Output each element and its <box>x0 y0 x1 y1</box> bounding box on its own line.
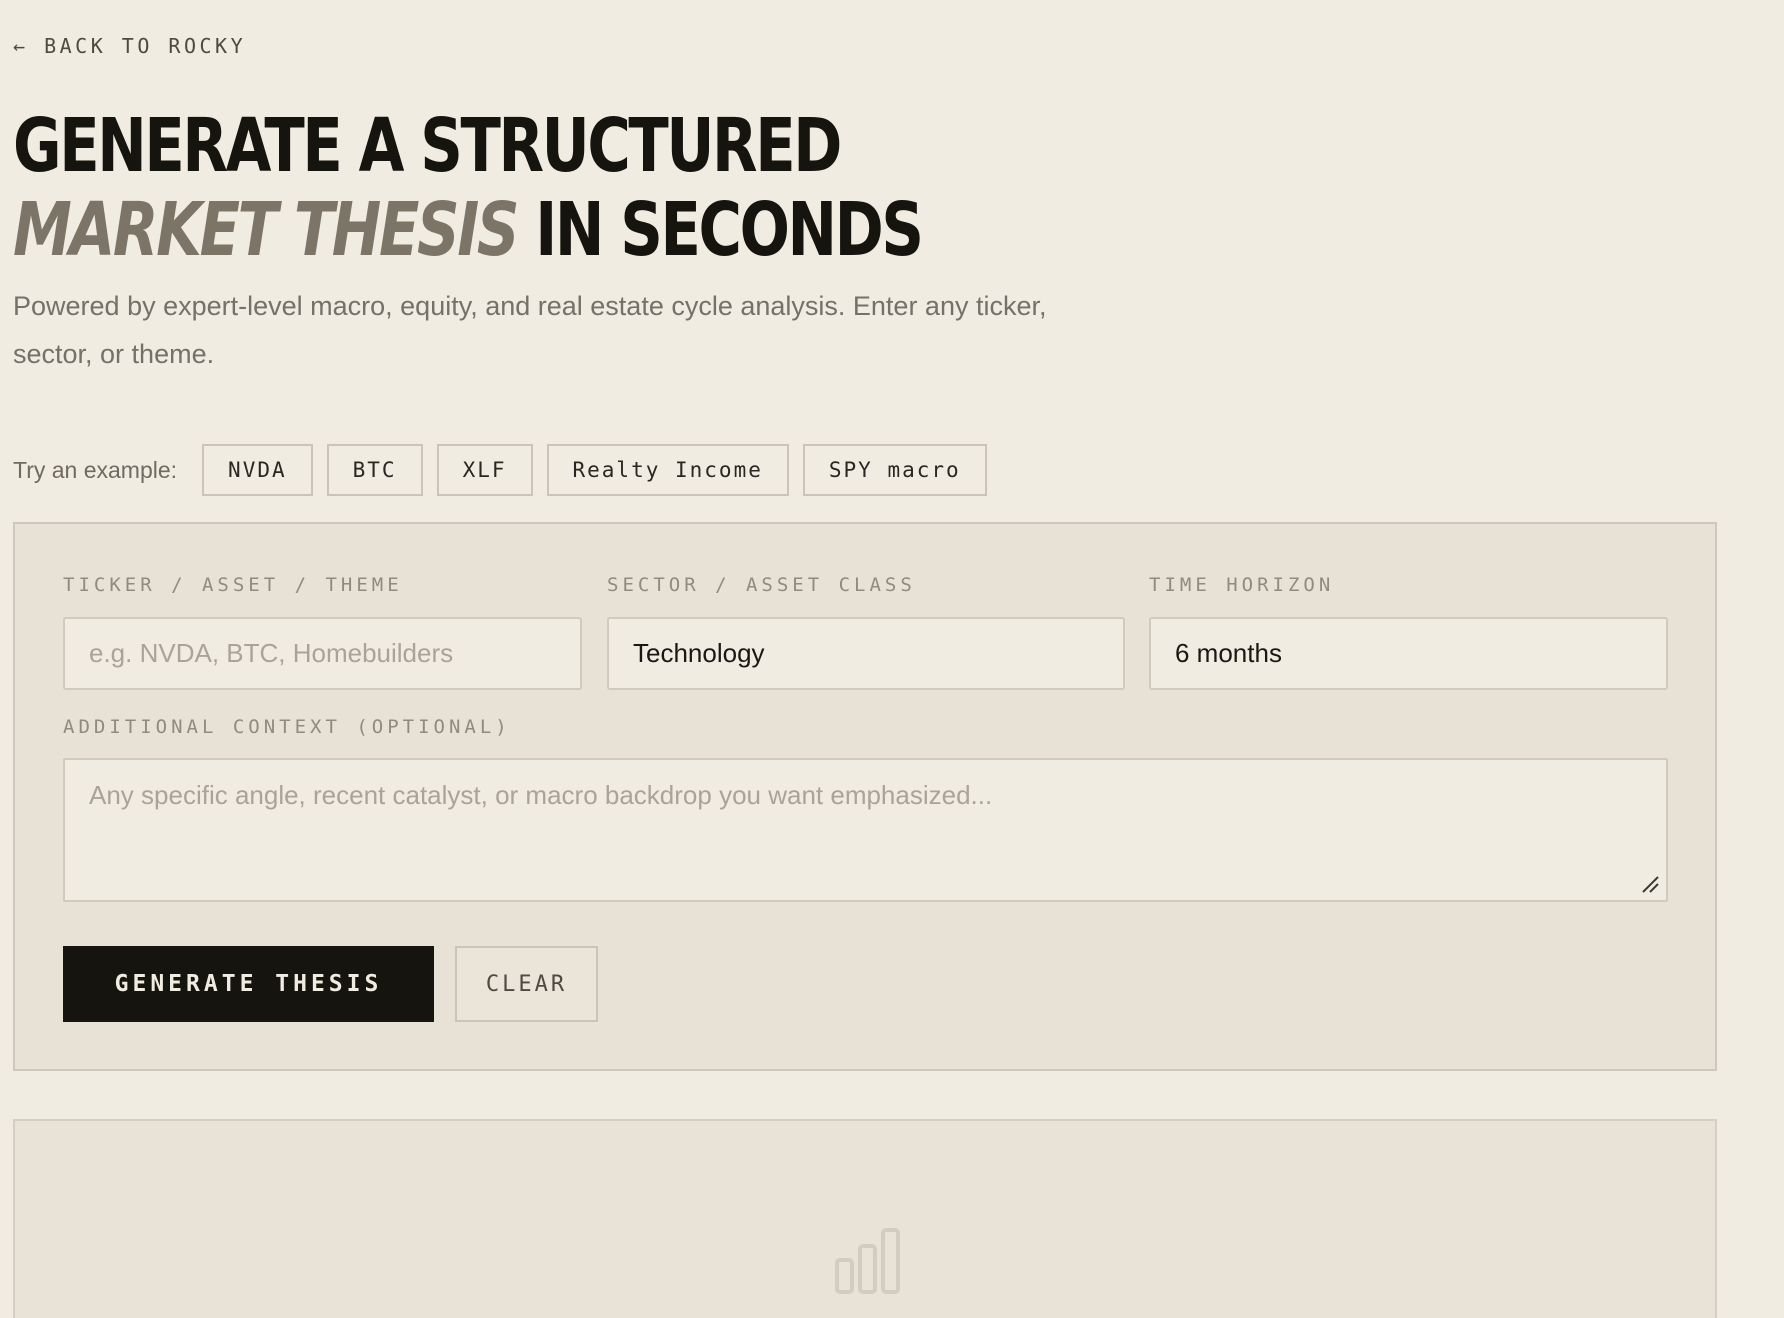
clear-button[interactable]: CLEAR <box>455 946 598 1022</box>
example-chip-btc[interactable]: BTC <box>326 444 423 496</box>
example-chip-realty-income[interactable]: Realty Income <box>546 444 789 496</box>
resize-handle-icon[interactable] <box>1640 874 1660 894</box>
thesis-form: TICKER / ASSET / THEME SECTOR / ASSET CL… <box>13 522 1717 1071</box>
context-textarea[interactable]: Any specific angle, recent catalyst, or … <box>63 758 1668 902</box>
bar-chart-icon <box>835 1228 900 1294</box>
title-accent: MARKET THESIS <box>13 187 519 273</box>
example-chip-spy-macro[interactable]: SPY macro <box>802 444 987 496</box>
sector-input[interactable]: Technology <box>607 617 1125 690</box>
sector-label: SECTOR / ASSET CLASS <box>607 574 916 596</box>
example-chip-xlf[interactable]: XLF <box>436 444 533 496</box>
examples-label: Try an example: <box>13 456 178 483</box>
page-title: GENERATE A STRUCTURED MARKET THESIS IN S… <box>13 103 924 273</box>
title-line-2: MARKET THESIS IN SECONDS <box>13 187 924 273</box>
example-chips: Try an example: NVDA BTC XLF Realty Inco… <box>13 443 1001 497</box>
back-link-label: BACK TO ROCKY <box>44 34 247 58</box>
ticker-input[interactable]: e.g. NVDA, BTC, Homebuilders <box>63 617 582 690</box>
thesis-output-panel <box>13 1119 1717 1318</box>
time-horizon-input[interactable]: 6 months <box>1149 617 1668 690</box>
generate-thesis-button[interactable]: GENERATE THESIS <box>63 946 434 1022</box>
time-horizon-label: TIME HORIZON <box>1149 574 1335 596</box>
context-label: ADDITIONAL CONTEXT (OPTIONAL) <box>63 716 511 738</box>
page-subtitle: Powered by expert-level macro, equity, a… <box>13 291 1047 369</box>
arrow-left-icon: ← <box>13 34 29 58</box>
ticker-label: TICKER / ASSET / THEME <box>63 574 403 596</box>
title-line-2-rest: IN SECONDS <box>517 187 924 273</box>
back-to-rocky-link[interactable]: ← BACK TO ROCKY <box>13 34 246 58</box>
example-chip-nvda[interactable]: NVDA <box>202 444 313 496</box>
context-placeholder: Any specific angle, recent catalyst, or … <box>89 780 993 810</box>
title-line-1: GENERATE A STRUCTURED <box>13 103 842 189</box>
